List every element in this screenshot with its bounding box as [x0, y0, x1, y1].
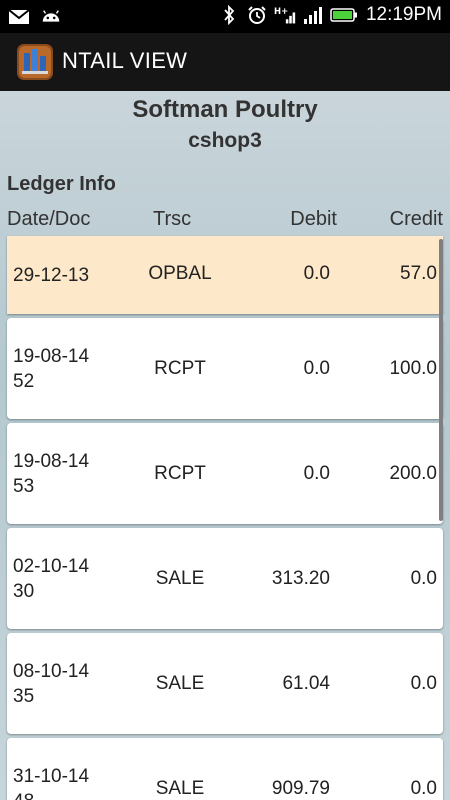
ledger-row[interactable]: 29-12-13 OPBAL 0.0 57.0 [7, 236, 443, 314]
company-name: Softman Poultry [132, 96, 318, 123]
row-trsc: OPBAL [148, 263, 212, 284]
clock: 12:19PM [365, 4, 442, 25]
gmail-icon [8, 6, 30, 28]
row-credit: 200.0 [389, 463, 437, 484]
row-doc: 48 [13, 789, 34, 800]
row-trsc: SALE [155, 778, 205, 799]
row-date: 02-10-14 [13, 556, 90, 577]
row-date: 19-08-14 [13, 346, 90, 367]
ledger-row[interactable]: 31-10-14 48 SALE 909.79 0.0 [7, 738, 443, 800]
shop-name: cshop3 [188, 129, 262, 152]
svg-text:H+: H+ [274, 6, 288, 16]
row-debit: 0.0 [303, 463, 330, 484]
bluetooth-icon [218, 4, 240, 26]
ledger-view: Softman Poultry cshop3 Ledger Info Date/… [0, 91, 450, 800]
header-debit: Debit [290, 208, 337, 230]
status-bar: H+ 12:19PM [0, 0, 450, 33]
ledger-row[interactable]: 08-10-14 35 SALE 61.04 0.0 [7, 633, 443, 734]
battery-icon [330, 4, 358, 26]
ledger-row[interactable]: 02-10-14 30 SALE 313.20 0.0 [7, 528, 443, 629]
row-date: 31-10-14 [13, 766, 90, 787]
row-date: 08-10-14 [13, 661, 90, 682]
row-debit: 0.0 [303, 263, 330, 284]
row-doc: 52 [13, 371, 35, 392]
signal-hplus-icon: H+ [274, 4, 296, 26]
row-credit: 100.0 [389, 358, 437, 379]
alarm-icon [246, 4, 268, 26]
header-trsc: Trsc [153, 208, 192, 230]
ledger-row[interactable]: 19-08-14 52 RCPT 0.0 100.0 [7, 318, 443, 419]
row-debit: 0.0 [303, 358, 330, 379]
row-debit: 61.04 [282, 673, 330, 694]
row-credit: 0.0 [410, 673, 437, 694]
row-trsc: SALE [155, 568, 205, 589]
column-headers: Date/Doc Trsc Debit Credit [0, 208, 450, 236]
header-credit: Credit [389, 208, 443, 230]
action-bar: NTAIL VIEW [0, 33, 450, 93]
row-trsc: RCPT [154, 358, 206, 379]
list-scrollbar[interactable] [439, 239, 443, 521]
row-trsc: SALE [155, 673, 205, 694]
android-icon [40, 6, 62, 28]
row-debit: 313.20 [271, 568, 330, 589]
row-debit: 909.79 [271, 778, 330, 799]
ledger-title: Ledger Info [7, 173, 116, 195]
row-doc: 30 [13, 581, 35, 602]
row-doc: 35 [13, 686, 35, 707]
app-title: NTAIL VIEW [62, 48, 188, 73]
row-date: 29-12-13 [13, 265, 90, 286]
signal-bars-icon [302, 4, 324, 26]
row-trsc: RCPT [154, 463, 206, 484]
header-date-doc: Date/Doc [7, 208, 91, 230]
row-date: 19-08-14 [13, 451, 90, 472]
app-logo-icon[interactable] [16, 43, 54, 81]
row-credit: 0.0 [410, 568, 437, 589]
row-doc: 53 [13, 476, 35, 497]
ledger-row[interactable]: 19-08-14 53 RCPT 0.0 200.0 [7, 423, 443, 524]
row-credit: 57.0 [400, 263, 437, 284]
row-credit: 0.0 [410, 778, 437, 799]
